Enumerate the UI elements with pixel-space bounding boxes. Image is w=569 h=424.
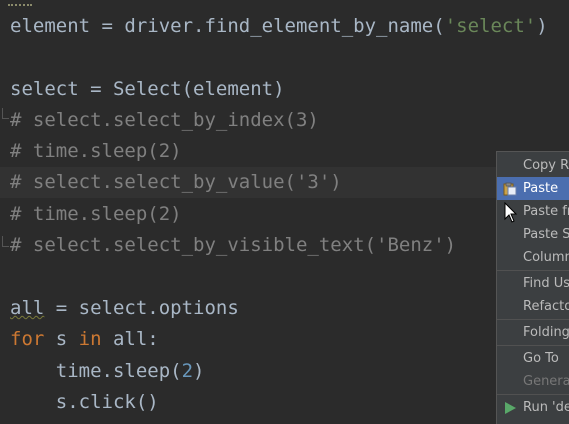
code-text: all:: [101, 328, 159, 350]
comment-text: # select.select_by_value('3'): [10, 171, 342, 193]
menu-item-folding[interactable]: Folding: [497, 321, 569, 344]
menu-item-paste-simple[interactable]: Paste Si: [497, 223, 569, 246]
menu-item-label: Column: [523, 250, 569, 265]
keyword: in: [78, 328, 102, 350]
menu-separator: [497, 394, 569, 395]
code-line-7[interactable]: # select.select_by_visible_text('Benz'): [10, 230, 456, 261]
fold-marker[interactable]: [2, 236, 9, 247]
menu-item-label: Paste: [523, 181, 559, 196]
menu-separator: [497, 345, 569, 346]
menu-item-label: Find Usa: [523, 276, 569, 291]
code-line-5-current[interactable]: # select.select_by_value('3'): [0, 167, 569, 198]
code-text-warning: all: [10, 297, 45, 319]
menu-item-copy-reference[interactable]: Copy Re: [497, 154, 569, 177]
code-text: s: [44, 328, 79, 350]
code-line-3[interactable]: # select.select_by_index(3): [10, 105, 319, 136]
menu-item-refactor[interactable]: Refactor: [497, 295, 569, 318]
menu-item-find-usages[interactable]: Find Usa: [497, 272, 569, 295]
menu-item-column-selection[interactable]: Column: [497, 246, 569, 269]
fold-marker[interactable]: [2, 108, 9, 119]
menu-item-label: Go To: [523, 351, 559, 366]
comment-text: # time.sleep(2): [10, 140, 182, 162]
menu-item-label: Refactor: [523, 299, 569, 314]
code-line-10[interactable]: time.sleep(2): [10, 356, 205, 387]
run-icon: [503, 400, 517, 414]
code-text: time.sleep(: [10, 360, 182, 382]
code-line-4[interactable]: # time.sleep(2): [10, 136, 182, 167]
code-editor[interactable]: element = driver.find_element_by_name('s…: [0, 0, 569, 420]
code-text: s.click(): [10, 391, 159, 413]
code-line-2[interactable]: select = Select(element): [10, 74, 285, 105]
keyword: for: [10, 328, 45, 350]
menu-item-label: Run 'de: [523, 400, 569, 415]
menu-item-run[interactable]: Run 'de: [497, 396, 569, 419]
code-line-9[interactable]: for s in all:: [10, 324, 159, 355]
menu-separator: [497, 319, 569, 320]
comment-text: # select.select_by_index(3): [10, 109, 319, 131]
code-line-6[interactable]: # time.sleep(2): [10, 199, 182, 230]
menu-item-label: Generat: [523, 374, 569, 389]
menu-item-label: Paste fr: [523, 204, 569, 219]
code-line-11[interactable]: s.click(): [10, 387, 159, 418]
code-text: ): [193, 360, 205, 382]
code-text: element = driver.find_element_by_name(: [10, 15, 445, 37]
mouse-cursor-icon: [504, 201, 518, 224]
number-literal: 2: [181, 360, 194, 382]
code-text: select = Select(element): [10, 78, 285, 100]
code-line-1[interactable]: element = driver.find_element_by_name('s…: [10, 11, 548, 42]
string-literal: 'select': [444, 15, 537, 37]
menu-item-label: Folding: [523, 325, 569, 340]
comment-text: # select.select_by_visible_text('Benz'): [10, 234, 457, 256]
menu-item-generate[interactable]: Generat: [497, 370, 569, 393]
menu-item-label: Paste Si: [523, 227, 569, 242]
menu-item-go-to[interactable]: Go To: [497, 347, 569, 370]
menu-item-label: Copy Re: [523, 158, 569, 173]
code-text: ): [536, 15, 548, 37]
paste-icon: [503, 181, 517, 196]
context-menu: Copy Re Paste Paste fr Paste Si Column F…: [496, 151, 569, 424]
comment-text: # time.sleep(2): [10, 203, 182, 225]
menu-separator: [497, 270, 569, 271]
code-line-8[interactable]: all = select.options: [10, 293, 239, 324]
code-text: = select.options: [44, 297, 239, 319]
menu-item-paste[interactable]: Paste: [497, 177, 569, 200]
warning-squiggle: [8, 0, 32, 6]
